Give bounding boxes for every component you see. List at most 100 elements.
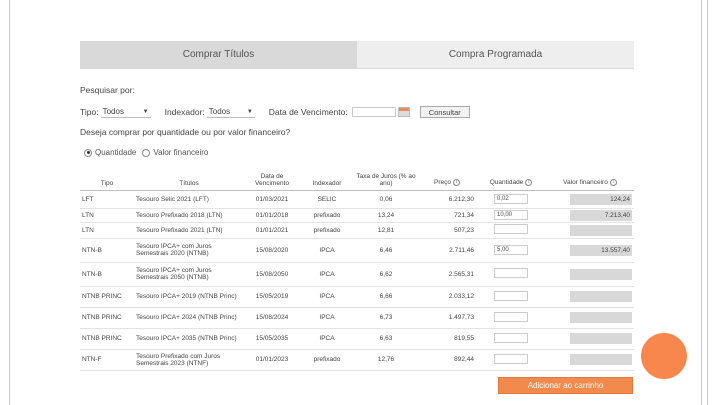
quantidade-input[interactable]	[494, 268, 528, 278]
cell-valor-financeiro	[546, 222, 634, 239]
decorative-orange-circle	[641, 333, 687, 379]
cell-valor-financeiro: 7.213,40	[546, 208, 634, 223]
cell-taxa: 12,81	[354, 222, 418, 239]
table-row: LTN Tesouro Prefixado 2021 (LTN) 01/01/202…	[80, 222, 634, 239]
column-header-indexador: Indexador	[300, 166, 354, 191]
cell-vencimento: 15/08/2050	[244, 262, 300, 287]
column-header-preco-cell: Preço ↕	[418, 166, 476, 191]
cell-preco: 819,55	[418, 328, 476, 350]
quantidade-input[interactable]: 5,00	[494, 245, 528, 255]
cell-titulo: Tesouro Prefixado com Juros Semestrais 2…	[134, 349, 244, 371]
cell-indexador: prefixado	[300, 208, 354, 223]
vencimento-label: Data de Vencimento:	[268, 107, 348, 117]
cell-tipo: NTNB PRINC	[80, 328, 134, 350]
tab-comprar-titulos[interactable]: Comprar Títulos	[80, 41, 357, 68]
purchase-mode-radios: Quantidade Valor financeiro	[84, 148, 214, 157]
radio-quantidade-label: Quantidade	[95, 148, 137, 157]
cell-tipo: NTN-B	[80, 238, 134, 263]
table-row: NTNB PRINC Tesouro IPCA+ 2024 (NTNB Princ…	[80, 307, 634, 329]
cell-tipo: LTN	[80, 208, 134, 223]
cell-taxa: 6,46	[354, 238, 418, 263]
quantidade-input[interactable]: 10,00	[494, 210, 528, 220]
tipo-select[interactable]: Todos ▼	[100, 106, 151, 118]
radio-valor-financeiro[interactable]	[142, 148, 151, 157]
table-row: NTN-F Tesouro Prefixado com Juros Semestr…	[80, 349, 634, 371]
valor-financeiro-field: 7.213,40	[570, 209, 632, 221]
column-header-valor: Valor financeiro	[563, 179, 608, 187]
add-to-cart-button[interactable]: Adicionar ao carrinho	[498, 377, 633, 394]
cell-vencimento: 01/01/2023	[244, 349, 300, 371]
valor-financeiro-field	[570, 354, 632, 365]
cell-titulo: Tesouro IPCA+ com Juros Semestrais 2020 …	[134, 238, 244, 263]
quantidade-input[interactable]	[494, 311, 528, 322]
cell-taxa: 13,24	[354, 208, 418, 223]
quantidade-input[interactable]: 0,02	[494, 194, 528, 204]
cell-preco: 2.033,12	[418, 286, 476, 308]
vencimento-date-input[interactable]	[351, 107, 396, 117]
cell-tipo: NTNB PRINC	[80, 307, 134, 329]
cell-preco: 6.212,30	[418, 190, 476, 209]
valor-financeiro-field	[570, 333, 632, 344]
cell-valor-financeiro	[546, 349, 634, 371]
table-row: NTNB PRINC Tesouro IPCA+ 2019 (NTNB Princ…	[80, 286, 634, 308]
table-body: LFT Tesouro Selic 2021 (LFT) 01/03/2021 SEL…	[80, 190, 634, 371]
table-row: LFT Tesouro Selic 2021 (LFT) 01/03/2021 SEL…	[80, 190, 634, 209]
cell-titulo: Tesouro Prefixado 2021 (LTN)	[134, 222, 244, 239]
sort-icon[interactable]: ↕	[525, 179, 533, 187]
cell-indexador: prefixado	[300, 349, 354, 371]
cell-quantidade	[476, 222, 546, 239]
calendar-icon[interactable]	[397, 107, 410, 117]
indexador-select[interactable]: Todos ▼	[206, 106, 255, 118]
chevron-down-icon: ▼	[246, 108, 253, 115]
valor-financeiro-field	[570, 312, 632, 323]
cell-vencimento: 15/08/2024	[244, 307, 300, 329]
tab-bar: Comprar Títulos Compra Programada	[80, 41, 634, 69]
indexador-select-value: Todos	[208, 107, 231, 116]
cell-preco: 1.497,73	[418, 307, 476, 329]
sort-icon[interactable]: ↕	[609, 179, 617, 187]
column-header-preco: Preço	[434, 179, 451, 187]
quantidade-input[interactable]	[494, 224, 528, 234]
cell-titulo: Tesouro Prefixado 2018 (LTN)	[134, 208, 244, 223]
cell-tipo: NTN-F	[80, 349, 134, 371]
cell-vencimento: 01/01/2018	[244, 208, 300, 223]
column-header-quantidade: Quantidade	[489, 179, 524, 187]
cell-indexador: IPCA	[300, 328, 354, 350]
valor-financeiro-field	[570, 224, 632, 236]
cell-quantidade	[476, 286, 546, 308]
chevron-down-icon: ▼	[142, 108, 149, 115]
cell-valor-financeiro	[546, 328, 634, 350]
quantidade-input[interactable]	[494, 353, 528, 364]
sort-icon[interactable]: ↕	[452, 179, 460, 187]
indexador-label: Indexador:	[164, 107, 205, 117]
quantidade-input[interactable]	[494, 332, 528, 343]
cell-vencimento: 15/08/2020	[244, 238, 300, 263]
table-row: NTN-B Tesouro IPCA+ com Juros Semestrais …	[80, 262, 634, 287]
tab-compra-programada[interactable]: Compra Programada	[357, 41, 634, 68]
column-header-taxa: Taxa de Juros (% ao ano)	[354, 166, 418, 191]
cell-taxa: 6,66	[354, 286, 418, 308]
valor-financeiro-field: 124,24	[570, 193, 632, 205]
cell-vencimento: 15/05/2019	[244, 286, 300, 308]
cell-vencimento: 01/01/2021	[244, 222, 300, 239]
cell-valor-financeiro: 124,24	[546, 190, 634, 209]
cell-preco: 507,23	[418, 222, 476, 239]
valor-financeiro-field	[570, 291, 632, 302]
quantidade-input[interactable]	[494, 290, 528, 301]
cell-valor-financeiro	[546, 307, 634, 329]
valor-financeiro-field	[570, 268, 632, 280]
cell-indexador: IPCA	[300, 286, 354, 308]
radio-quantidade[interactable]	[84, 148, 92, 157]
slide-frame-right-inner-line	[707, 0, 708, 405]
purchase-mode-question: Deseja comprar por quantidade ou por val…	[80, 127, 291, 137]
titles-table: Tipo Títulos Data de Vencimento Indexado…	[80, 166, 634, 371]
cell-quantidade: 0,02	[476, 190, 546, 209]
column-header-tipo: Tipo	[80, 166, 134, 191]
cell-indexador: SELIC	[300, 190, 354, 209]
column-header-valor-cell: Valor financeiro ↕	[546, 166, 634, 191]
table-row: NTN-B Tesouro IPCA+ com Juros Semestrais …	[80, 238, 634, 263]
cell-indexador: IPCA	[300, 262, 354, 287]
consultar-button[interactable]: Consultar	[419, 106, 470, 118]
table-row: NTNB PRINC Tesouro IPCA+ 2035 (NTNB Princ…	[80, 328, 634, 350]
cell-tipo: LTN	[80, 222, 134, 239]
